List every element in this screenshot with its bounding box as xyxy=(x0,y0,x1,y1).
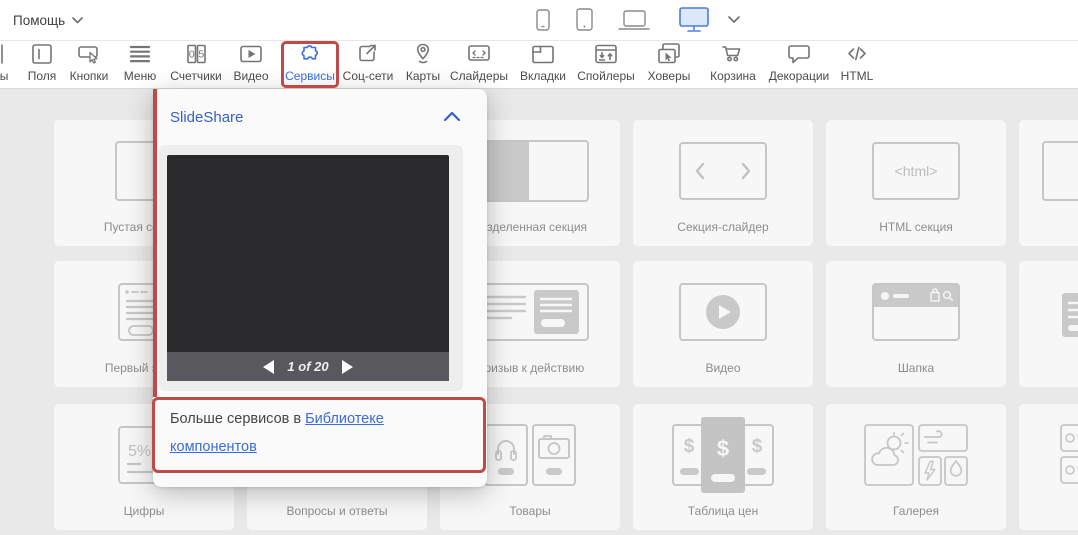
popup-title: SlideShare xyxy=(170,109,243,126)
top-bar: Помощь xyxy=(0,0,1078,41)
video-block-icon xyxy=(679,283,767,341)
gallery-block-icon xyxy=(864,424,968,486)
card-label: Видео xyxy=(633,361,813,375)
card-partial-3[interactable] xyxy=(1019,404,1078,530)
collapse-icon[interactable] xyxy=(444,112,460,121)
svg-text:5%: 5% xyxy=(128,443,151,460)
card-pricing-block[interactable]: $ $ $ Таблица цен xyxy=(633,404,813,530)
device-laptop-button[interactable] xyxy=(616,5,652,35)
more-services-text: Больше сервисов в Библиотеке компонентов xyxy=(170,405,406,461)
pricing-block-icon: $ $ $ xyxy=(672,416,774,494)
tablet-icon xyxy=(576,8,594,32)
card-label: Шапка xyxy=(826,361,1006,375)
toolbar-item-html[interactable]: HTML xyxy=(815,41,899,88)
card-label: Галерея xyxy=(826,504,1006,518)
next-slide-icon[interactable] xyxy=(342,360,353,374)
phone-icon xyxy=(536,9,550,32)
list-icon-partial xyxy=(1060,424,1078,486)
counter-icon: 0 5 xyxy=(183,41,209,67)
code-icon xyxy=(844,41,870,67)
hamburger-icon xyxy=(127,41,153,67)
cart-icon xyxy=(720,41,746,67)
chevron-down-icon xyxy=(72,17,83,24)
services-popup: SlideShare 1 of 20 Больше сервисов в Биб… xyxy=(153,89,487,487)
help-label: Помощь xyxy=(13,13,65,28)
card-label: Таблица цен xyxy=(633,504,813,518)
header-block-icon xyxy=(872,283,960,341)
more-services-prefix: Больше сервисов в xyxy=(170,411,305,427)
card-label: Товары xyxy=(440,504,620,518)
device-tablet-button[interactable] xyxy=(572,5,598,35)
svg-text:<html>: <html> xyxy=(895,163,938,179)
card-label: Секция-слайдер xyxy=(633,220,813,234)
divided-section-icon xyxy=(471,140,589,202)
card-header-block[interactable]: Шапка xyxy=(826,261,1006,387)
chevron-down-icon xyxy=(728,16,740,24)
map-pin-icon xyxy=(410,41,436,67)
slide-pagination: 1 of 20 xyxy=(167,352,449,381)
card-label: Цифры xyxy=(54,504,234,518)
card-html-section[interactable]: <html> HTML секция xyxy=(826,120,1006,246)
components-toolbar: ы Поля Кнопки Меню 0 xyxy=(0,41,1078,89)
svg-text:0: 0 xyxy=(189,49,195,61)
device-mode-dropdown[interactable] xyxy=(723,5,745,35)
card-gallery-block[interactable]: Галерея xyxy=(826,404,1006,530)
device-desktop-button[interactable] xyxy=(676,5,714,35)
prev-slide-icon[interactable] xyxy=(263,360,274,374)
block-icon-partial xyxy=(1062,293,1078,337)
hover-cursor-icon xyxy=(656,41,682,67)
card-partial-1[interactable] xyxy=(1019,120,1078,246)
call-to-action-icon xyxy=(471,283,589,341)
svg-text:$: $ xyxy=(717,436,729,461)
card-partial-2[interactable] xyxy=(1019,261,1078,387)
card-slider-section[interactable]: Секция-слайдер xyxy=(633,120,813,246)
slide-counter: 1 of 20 xyxy=(287,359,328,374)
slider-section-icon xyxy=(679,142,767,200)
device-phone-button[interactable] xyxy=(531,5,555,35)
builder-window: Пустая секция Разделенная секция Секция-… xyxy=(0,0,1078,535)
card-video-block[interactable]: Видео xyxy=(633,261,813,387)
svg-text:5: 5 xyxy=(198,49,204,61)
card-label: Вопросы и ответы xyxy=(247,504,427,518)
section-icon-partial xyxy=(1042,141,1078,201)
help-menu[interactable]: Помощь xyxy=(13,0,83,40)
svg-text:$: $ xyxy=(684,436,695,457)
html-section-icon: <html> xyxy=(872,142,960,200)
puzzle-icon xyxy=(297,41,323,67)
video-play-icon xyxy=(238,41,264,67)
speech-bubble-icon xyxy=(786,41,812,67)
service-preview-image: 1 of 20 xyxy=(167,155,449,381)
share-icon xyxy=(355,41,381,67)
spoiler-icon xyxy=(593,41,619,67)
slider-icon xyxy=(466,41,492,67)
laptop-icon xyxy=(618,10,650,31)
goods-block-icon xyxy=(484,424,576,486)
svg-text:$: $ xyxy=(752,436,763,457)
tab-icon xyxy=(530,41,556,67)
desktop-icon xyxy=(679,7,711,33)
card-label: HTML секция xyxy=(826,220,1006,234)
